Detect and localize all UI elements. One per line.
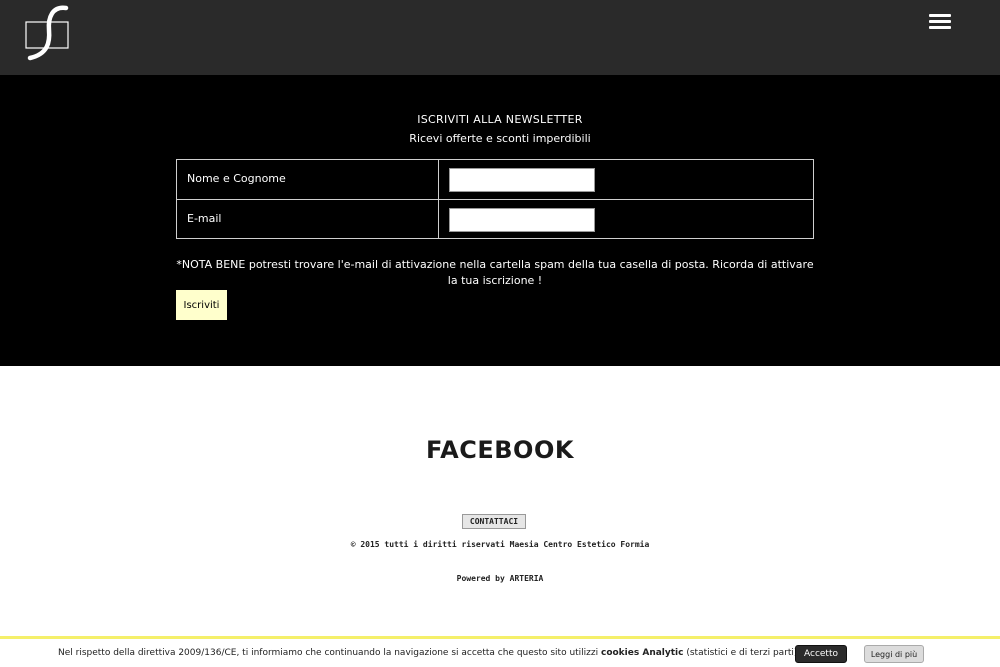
cookie-text-before: Nel rispetto della direttiva 2009/136/CE… — [58, 648, 601, 658]
accept-cookies-button[interactable]: Accetto — [795, 645, 847, 663]
form-row-name: Nome e Cognome — [177, 160, 813, 200]
copyright-text: © 2015 tutti i diritti riservati Maesia … — [350, 540, 650, 549]
powered-by: Powered by ARTERIA — [0, 574, 1000, 583]
menu-bar — [929, 20, 951, 23]
cookie-notice-text: Nel rispetto della direttiva 2009/136/CE… — [58, 648, 800, 658]
activation-note: *NOTA BENE potresti trovare l'e-mail di … — [176, 257, 814, 289]
cookie-text-after: (statistici e di terzi parti). — [683, 648, 801, 658]
name-label: Nome e Cognome — [187, 172, 286, 185]
subscribe-button[interactable]: Iscriviti — [176, 290, 227, 320]
email-input[interactable] — [449, 208, 595, 232]
read-more-button[interactable]: Leggi di più — [864, 645, 924, 663]
menu-bar — [929, 14, 951, 17]
site-header — [0, 0, 1000, 75]
note-prefix: *NOTA BENE — [176, 258, 249, 271]
newsletter-section: ISCRIVITI ALLA NEWSLETTER Ricevi offerte… — [0, 75, 1000, 366]
menu-bar — [929, 26, 951, 29]
newsletter-title: ISCRIVITI ALLA NEWSLETTER — [417, 113, 583, 126]
contact-button[interactable]: CONTATTACI — [462, 514, 526, 529]
hamburger-menu-icon[interactable] — [929, 14, 951, 32]
email-label: E-mail — [187, 212, 222, 225]
newsletter-form: Nome e Cognome E-mail — [176, 159, 814, 239]
cookie-text-bold: cookies Analytic — [600, 648, 684, 658]
cookie-banner: Nel rispetto della direttiva 2009/136/CE… — [0, 636, 1000, 667]
name-input[interactable] — [449, 168, 595, 192]
powered-prefix: Powered by — [456, 574, 510, 583]
script-s-logo[interactable] — [22, 4, 74, 62]
facebook-heading: FACEBOOK — [426, 436, 574, 464]
form-column-divider — [438, 160, 439, 238]
powered-by-link[interactable]: ARTERIA — [510, 574, 544, 583]
form-row-email: E-mail — [177, 200, 813, 239]
newsletter-subtitle: Ricevi offerte e sconti imperdibili — [409, 132, 591, 145]
note-text: potresti trovare l'e-mail di attivazione… — [248, 258, 814, 287]
